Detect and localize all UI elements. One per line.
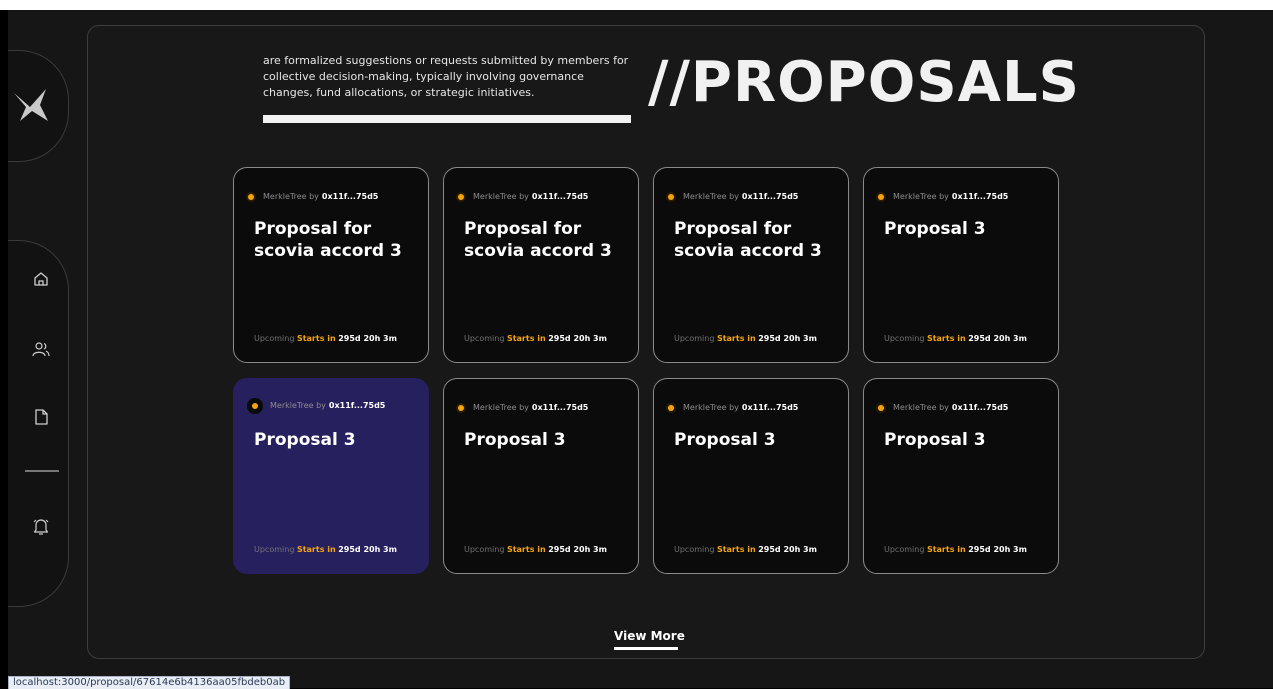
card-meta: MerkleTree by 0x11f...75d5 <box>248 192 378 201</box>
link-status-bar: localhost:3000/proposal/67614e6b4136aa05… <box>8 676 291 689</box>
home-icon <box>34 272 48 286</box>
card-author[interactable]: 0x11f...75d5 <box>532 403 588 412</box>
card-meta: MerkleTree by 0x11f...75d5 <box>878 192 1008 201</box>
card-status: Upcoming Starts in 295d 20h 3m <box>674 545 817 554</box>
sidebar-item-home[interactable] <box>30 268 52 290</box>
status-dot-icon <box>252 402 258 409</box>
card-author[interactable]: 0x11f...75d5 <box>322 192 378 201</box>
status-label: Upcoming <box>674 545 715 554</box>
sidebar-divider <box>25 470 59 472</box>
starts-label: Starts in <box>926 334 966 343</box>
view-more-underline <box>614 647 678 650</box>
status-label: Upcoming <box>464 334 505 343</box>
card-title: Proposal 3 <box>674 430 776 450</box>
countdown-time: 295d 20h 3m <box>758 545 817 554</box>
card-status: Upcoming Starts in 295d 20h 3m <box>254 334 397 343</box>
card-source: MerkleTree by <box>893 192 949 201</box>
card-source: MerkleTree by <box>473 192 529 201</box>
proposal-card[interactable]: MerkleTree by 0x11f...75d5 Proposal 3 Up… <box>863 167 1059 363</box>
card-source: MerkleTree by <box>270 401 326 410</box>
status-dot-icon <box>668 193 674 200</box>
card-meta: MerkleTree by 0x11f...75d5 <box>668 192 798 201</box>
view-more-button[interactable]: View More <box>614 629 685 643</box>
sidebar-item-users[interactable] <box>30 338 52 360</box>
countdown-time: 295d 20h 3m <box>548 545 607 554</box>
proposal-card[interactable]: MerkleTree by 0x11f...75d5 Proposal 3 Up… <box>653 378 849 574</box>
sidebar-item-documents[interactable] <box>30 406 52 428</box>
status-label: Upcoming <box>254 545 295 554</box>
page-description: are formalized suggestions or requests s… <box>263 54 629 99</box>
starts-label: Starts in <box>506 545 546 554</box>
proposal-card[interactable]: MerkleTree by 0x11f...75d5 Proposal for … <box>443 167 639 363</box>
starts-label: Starts in <box>296 545 336 554</box>
status-dot-icon <box>458 404 464 411</box>
users-icon <box>32 342 50 357</box>
notification-bell-icon <box>33 519 49 535</box>
sidebar <box>8 10 86 688</box>
card-meta: MerkleTree by 0x11f...75d5 <box>458 192 588 201</box>
status-dot-icon <box>878 404 884 411</box>
proposal-card[interactable]: MerkleTree by 0x11f...75d5 Proposal 3 Up… <box>863 378 1059 574</box>
proposal-card[interactable]: MerkleTree by 0x11f...75d5 Proposal for … <box>653 167 849 363</box>
card-title: Proposal 3 <box>464 430 566 450</box>
starts-label: Starts in <box>506 334 546 343</box>
proposal-card-active[interactable]: MerkleTree by 0x11f...75d5 Proposal 3 Up… <box>233 378 429 574</box>
status-dot-icon <box>458 193 464 200</box>
countdown-time: 295d 20h 3m <box>968 334 1027 343</box>
card-author[interactable]: 0x11f...75d5 <box>532 192 588 201</box>
card-author[interactable]: 0x11f...75d5 <box>952 403 1008 412</box>
card-title: Proposal for scovia accord 3 <box>674 219 822 261</box>
status-label: Upcoming <box>884 545 925 554</box>
starts-label: Starts in <box>716 545 756 554</box>
proposal-card[interactable]: MerkleTree by 0x11f...75d5 Proposal for … <box>233 167 429 363</box>
card-source: MerkleTree by <box>683 192 739 201</box>
card-author[interactable]: 0x11f...75d5 <box>952 192 1008 201</box>
status-label: Upcoming <box>884 334 925 343</box>
card-source: MerkleTree by <box>263 192 319 201</box>
card-author[interactable]: 0x11f...75d5 <box>742 403 798 412</box>
browser-top-strip <box>0 0 1273 10</box>
card-meta: MerkleTree by 0x11f...75d5 <box>458 403 588 412</box>
card-status: Upcoming Starts in 295d 20h 3m <box>464 334 607 343</box>
card-status: Upcoming Starts in 295d 20h 3m <box>884 334 1027 343</box>
card-source: MerkleTree by <box>683 403 739 412</box>
status-label: Upcoming <box>674 334 715 343</box>
card-source: MerkleTree by <box>893 403 949 412</box>
card-title: Proposal 3 <box>254 430 356 450</box>
status-dot-icon <box>248 193 254 200</box>
card-author[interactable]: 0x11f...75d5 <box>329 401 385 410</box>
card-meta: MerkleTree by 0x11f...75d5 <box>668 403 798 412</box>
status-dot-icon <box>668 404 674 411</box>
card-author[interactable]: 0x11f...75d5 <box>742 192 798 201</box>
proposal-card[interactable]: MerkleTree by 0x11f...75d5 Proposal 3 Up… <box>443 378 639 574</box>
card-status: Upcoming Starts in 295d 20h 3m <box>464 545 607 554</box>
description-underline <box>263 115 631 123</box>
card-source: MerkleTree by <box>473 403 529 412</box>
document-icon <box>35 409 48 425</box>
starts-label: Starts in <box>926 545 966 554</box>
countdown-time: 295d 20h 3m <box>338 545 397 554</box>
status-label: Upcoming <box>254 334 295 343</box>
logo-icon[interactable] <box>10 85 50 125</box>
card-title: Proposal for scovia accord 3 <box>464 219 612 261</box>
card-meta: MerkleTree by 0x11f...75d5 <box>878 403 1008 412</box>
countdown-time: 295d 20h 3m <box>338 334 397 343</box>
card-meta: MerkleTree by 0x11f...75d5 <box>248 401 385 410</box>
card-status: Upcoming Starts in 295d 20h 3m <box>254 545 397 554</box>
card-title: Proposal 3 <box>884 219 986 239</box>
starts-label: Starts in <box>716 334 756 343</box>
countdown-time: 295d 20h 3m <box>758 334 817 343</box>
card-status: Upcoming Starts in 295d 20h 3m <box>674 334 817 343</box>
status-label: Upcoming <box>464 545 505 554</box>
countdown-time: 295d 20h 3m <box>968 545 1027 554</box>
card-title: Proposal 3 <box>884 430 986 450</box>
card-status: Upcoming Starts in 295d 20h 3m <box>884 545 1027 554</box>
page-title: //PROPOSALS <box>648 50 1081 115</box>
status-dot-icon <box>878 193 884 200</box>
countdown-time: 295d 20h 3m <box>548 334 607 343</box>
sidebar-item-notifications[interactable] <box>30 516 52 538</box>
starts-label: Starts in <box>296 334 336 343</box>
card-title: Proposal for scovia accord 3 <box>254 219 402 261</box>
